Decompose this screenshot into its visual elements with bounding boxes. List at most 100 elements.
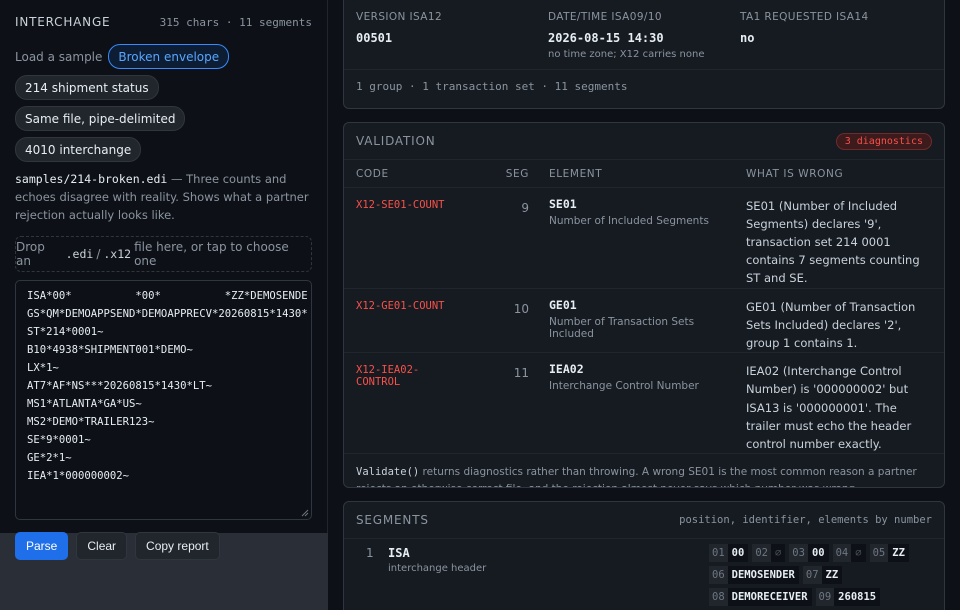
segment-element: 09 260815	[815, 588, 881, 606]
sample-chip-214-shipment-status[interactable]: 214 shipment status	[15, 75, 159, 100]
datetime-note: no time zone; X12 carries none	[548, 49, 705, 60]
table-row: X12-SE01-COUNT 9 SE01 Number of Included …	[344, 187, 944, 289]
diagnostic-element-desc: Interchange Control Number	[549, 380, 699, 393]
editor-line: SE*9*0001~	[27, 434, 91, 446]
envelope-datetime: DATE/TIME ISA09/10 2026-08-15 14:30 no t…	[548, 11, 740, 69]
element-value: ZZ	[888, 544, 909, 562]
sample-chip-broken-envelope[interactable]: Broken envelope	[108, 44, 230, 69]
envelope-card: VERSION ISA12 00501 DATE/TIME ISA09/10 2…	[343, 0, 945, 109]
edi-editor[interactable]: ISA*00* *00* *ZZ*DEMOSENDE GS*QM*DEMOAPP…	[15, 280, 312, 520]
editor-line: ST*214*0001~	[27, 326, 104, 338]
diagnostic-element: SE01	[549, 196, 577, 211]
envelope-summary: 1 group · 1 transaction set · 11 segment…	[356, 80, 628, 93]
diagnostic-element-desc: Number of Transaction Sets Included	[549, 315, 695, 340]
element-number: 07	[802, 566, 822, 584]
diagnostic-code: X12-IEA02-CONTROL	[356, 364, 420, 389]
segment-element: 03 00	[789, 544, 829, 562]
diagnostic-message: IEA02 (Interchange Control Number) is '0…	[746, 364, 912, 451]
interchange-panel: INTERCHANGE 315 chars · 11 segments Load…	[0, 0, 328, 560]
editor-line: B10*4938*SHIPMENT001*DEMO~	[27, 344, 193, 356]
segment-id: ISA	[388, 546, 410, 560]
datetime-value: 2026-08-15 14:30	[548, 31, 664, 45]
drop-separator: /	[96, 247, 101, 261]
validation-note: Validate() returns diagnostics rather th…	[344, 454, 944, 487]
element-number: 09	[815, 588, 835, 606]
ta1-value: no	[740, 31, 755, 45]
element-value: ZZ	[821, 566, 843, 584]
sample-filename: samples/214-broken.edi	[15, 172, 168, 186]
envelope-ta1: TA1 REQUESTED ISA14 no	[740, 11, 932, 69]
editor-line: MS2*DEMO*TRAILER123~	[27, 416, 155, 428]
sample-picker: Load a sample Broken envelope 214 shipme…	[15, 44, 312, 162]
table-row: X12-GE01-COUNT 10 GE01 Number of Transact…	[344, 288, 944, 354]
validation-title: VALIDATION	[356, 134, 436, 148]
col-element: ELEMENT	[537, 160, 734, 188]
interchange-stats: 315 chars · 11 segments	[159, 15, 312, 29]
diagnostic-element: IEA02	[549, 362, 584, 377]
segment-element: 07 ZZ	[802, 566, 843, 584]
editor-line: AT7*AF*NS***20260815*1430*LT~	[27, 380, 212, 392]
element-number: 08	[709, 588, 728, 606]
validate-code: Validate()	[356, 466, 420, 479]
left-panel-background: INTERCHANGE 315 chars · 11 segments Load…	[0, 0, 328, 610]
envelope-fields: VERSION ISA12 00501 DATE/TIME ISA09/10 2…	[344, 0, 944, 70]
segments-card: SEGMENTS position, identifier, elements …	[343, 501, 945, 610]
element-value-empty: ∅	[851, 544, 866, 562]
segments-header: SEGMENTS position, identifier, elements …	[344, 502, 944, 539]
drop-ext-edi: .edi	[65, 247, 94, 261]
segment-row: 1 ISA interchange header 01 00 02 ∅ 03 00 0…	[344, 539, 944, 610]
diagnostic-seg: 9	[521, 200, 529, 215]
col-wrong: WHAT IS WRONG	[734, 160, 944, 188]
diagnostics-badge: 3 diagnostics	[835, 132, 932, 150]
segment-desc: interchange header	[388, 563, 487, 574]
parse-button[interactable]: Parse	[15, 532, 69, 560]
element-value-empty: ∅	[770, 544, 786, 562]
diagnostic-seg: 10	[513, 301, 529, 316]
element-number: 05	[869, 544, 889, 562]
version-value: 00501	[356, 31, 393, 45]
element-value: DEMOSENDER	[727, 566, 799, 584]
editor-line: MS1*ATLANTA*GA*US~	[27, 398, 142, 410]
diagnostic-code: X12-GE01-COUNT	[356, 299, 445, 312]
col-code: CODE	[344, 160, 471, 188]
sample-chip-pipe-delimited[interactable]: Same file, pipe-delimited	[15, 106, 186, 131]
element-value: 260815	[834, 588, 881, 606]
clear-button[interactable]: Clear	[76, 532, 128, 560]
copy-report-button[interactable]: Copy report	[135, 532, 220, 560]
segment-element: 08 DEMORECEIVER	[709, 588, 812, 606]
diagnostic-message: SE01 (Number of Included Segments) decla…	[746, 198, 920, 286]
sample-description: samples/214-broken.edi — Three counts an…	[15, 170, 312, 224]
drop-prefix: Drop an	[16, 240, 45, 268]
version-label: VERSION ISA12	[356, 11, 443, 23]
envelope-version: VERSION ISA12 00501	[356, 11, 548, 69]
segments-subtitle: position, identifier, elements by number	[679, 514, 932, 526]
diagnostics-table: CODE SEG ELEMENT WHAT IS WRONG X12-SE01-…	[344, 160, 944, 455]
interchange-title: INTERCHANGE	[15, 15, 111, 29]
element-number: 01	[709, 544, 728, 562]
segment-element: 04 ∅	[832, 544, 866, 562]
validation-note-text: returns diagnostics rather than throwing…	[356, 466, 917, 487]
file-drop-zone[interactable]: Drop an .edi / .x12 file here, or tap to…	[15, 236, 312, 272]
sample-chip-4010-interchange[interactable]: 4010 interchange	[15, 137, 142, 162]
diagnostic-seg: 11	[513, 366, 529, 381]
element-value: 00	[807, 544, 829, 562]
element-number: 03	[789, 544, 808, 562]
diagnostic-message: GE01 (Number of Transaction Sets Include…	[746, 299, 916, 350]
segment-element: 06 DEMOSENDER	[709, 566, 799, 584]
action-buttons: Parse Clear Copy report	[15, 532, 312, 560]
editor-line: ISA*00* *00* *ZZ*DEMOSENDE	[27, 290, 308, 302]
element-number: 04	[832, 544, 852, 562]
drop-suffix: file here, or tap to choose one	[134, 240, 289, 268]
editor-line: GE*2*1~	[27, 452, 72, 464]
editor-line: GS*QM*DEMOAPPSEND*DEMOAPPRECV*20260815*1…	[27, 308, 308, 320]
editor-line: LX*1~	[27, 362, 59, 374]
diagnostic-code: X12-SE01-COUNT	[356, 198, 445, 211]
segments-title: SEGMENTS	[356, 513, 429, 527]
resize-handle-icon[interactable]	[301, 509, 309, 517]
segment-element: 05 ZZ	[869, 544, 909, 562]
element-number: 02	[752, 544, 771, 562]
element-value: 00	[727, 544, 749, 562]
segment-element: 02 ∅	[752, 544, 786, 562]
segment-index: 1	[366, 546, 374, 560]
diagnostic-element-desc: Number of Included Segments	[549, 214, 709, 227]
